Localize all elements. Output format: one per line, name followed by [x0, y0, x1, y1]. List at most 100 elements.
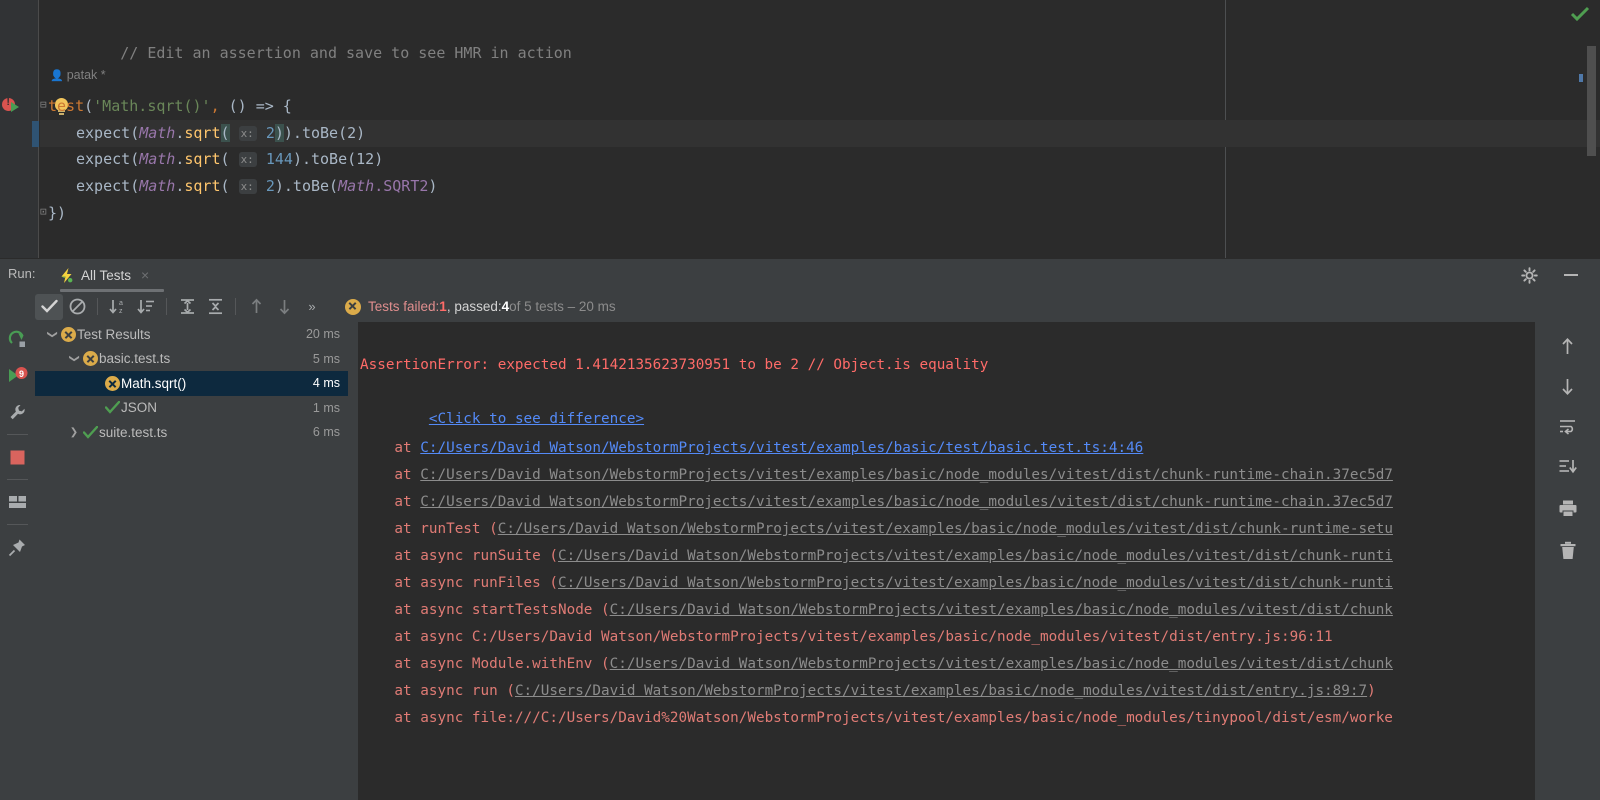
token-close-paren: ) — [428, 177, 438, 195]
previous-failed-button[interactable] — [242, 294, 270, 320]
test-tree-row[interactable]: ❯ suite.test.ts 6 ms — [35, 420, 348, 445]
status-passed-prefix: , passed: — [446, 299, 502, 314]
token-comma: , — [210, 97, 220, 115]
stack-trace-line[interactable]: at C:/Users/David Watson/WebstormProject… — [360, 435, 1143, 462]
test-failed-icon — [103, 375, 121, 391]
gutter-run-test-icons[interactable] — [2, 96, 36, 118]
stack-file-path-link[interactable]: C:/Users/David Watson/WebstormProjects/v… — [498, 521, 1393, 537]
code-line-3: expect(Math.sqrt( x: 144).toBe(12) — [76, 150, 384, 168]
tab-all-tests-label: All Tests — [81, 267, 132, 283]
test-status-summary: Tests failed: 1, passed: 4 of 5 tests – … — [345, 291, 616, 322]
stop-process-button[interactable] — [0, 439, 35, 475]
console-right-toolbar — [1535, 322, 1600, 800]
stack-function-name: async runFiles — [420, 575, 550, 591]
scroll-to-end-button[interactable] — [1535, 450, 1600, 482]
test-tree-row-label: suite.test.ts — [99, 424, 168, 440]
vitest-icon — [58, 267, 75, 284]
token-arrow-fn: () => { — [219, 97, 292, 115]
stack-file-path-link[interactable]: C:/Users/David Watson/WebstormProjects/v… — [610, 656, 1393, 672]
stack-file-path-link[interactable]: C:/Users/David Watson/WebstormProjects/v… — [420, 440, 1143, 456]
stack-at-keyword: at — [360, 575, 421, 591]
stack-trace-line[interactable]: at runTest (C:/Users/David Watson/Websto… — [360, 516, 1393, 543]
stack-trace-line[interactable]: at C:/Users/David Watson/WebstormProject… — [360, 489, 1393, 516]
token-test-name-string: 'Math.sqrt()' — [93, 97, 211, 115]
settings-wrench-button[interactable] — [0, 394, 35, 430]
soft-wrap-button[interactable] — [1535, 410, 1600, 442]
stack-trace-line[interactable]: at async runSuite (C:/Users/David Watson… — [360, 543, 1393, 570]
chevron-down-icon[interactable]: ❯ — [47, 327, 58, 341]
gear-icon[interactable] — [1521, 267, 1538, 284]
token-sqrt-method: sqrt — [184, 177, 221, 195]
tab-all-tests[interactable]: All Tests × — [58, 264, 149, 286]
editor-code-area[interactable]: // Edit an assertion and save to see HMR… — [40, 0, 1600, 258]
stack-trace-line[interactable]: at async file:///C:/Users/David%20Watson… — [360, 705, 1393, 732]
stack-at-keyword: at — [360, 710, 421, 726]
run-badge-count: 9 — [18, 369, 23, 379]
run-window-label: Run: — [8, 266, 36, 281]
stack-function-name: async run — [420, 683, 507, 699]
rerun-failed-tests-button[interactable] — [0, 322, 35, 358]
run-test-gutter-icon[interactable] — [11, 102, 19, 112]
chevron-down-icon[interactable]: ❯ — [69, 352, 80, 366]
test-tree-row-label: JSON — [121, 400, 158, 416]
toolbar-separator — [166, 298, 167, 315]
stack-file-path-link[interactable]: C:/Users/David Watson/WebstormProjects/v… — [420, 494, 1393, 510]
expand-all-button[interactable] — [173, 294, 201, 320]
stack-file-path-link[interactable]: C:/Users/David Watson/WebstormProjects/v… — [558, 575, 1393, 591]
stack-trace-line[interactable]: at async C:/Users/David Watson/WebstormP… — [360, 624, 1332, 651]
stack-file-path-link[interactable]: C:/Users/David Watson/WebstormProjects/v… — [558, 548, 1393, 564]
layout-settings-button[interactable] — [0, 484, 35, 520]
test-tree-row[interactable]: ❯ Test Results 20 ms — [35, 322, 348, 347]
toolbar-separator — [7, 479, 28, 480]
inspections-ok-check-icon[interactable] — [1570, 6, 1590, 22]
test-tree-row[interactable]: JSON 1 ms — [35, 396, 348, 421]
show-passed-button[interactable] — [35, 293, 63, 320]
svg-text:a: a — [119, 300, 123, 307]
stack-open-paren: ( — [601, 656, 610, 672]
stack-open-paren: ( — [506, 683, 515, 699]
token-expect: expect — [76, 150, 131, 168]
more-options-button[interactable]: » — [298, 294, 326, 320]
next-failed-button[interactable] — [270, 294, 298, 320]
token-math-class-2: Math — [338, 177, 375, 195]
editor-marker-stripe[interactable] — [1579, 74, 1583, 82]
test-output-console[interactable]: AssertionError: expected 1.4142135623730… — [358, 322, 1535, 800]
stack-trace-line[interactable]: at async Module.withEnv (C:/Users/David … — [360, 651, 1393, 678]
stack-trace-line[interactable]: at async run (C:/Users/David Watson/Webs… — [360, 678, 1375, 705]
stack-trace-line[interactable]: at C:/Users/David Watson/WebstormProject… — [360, 462, 1393, 489]
stack-open-paren: ( — [489, 521, 498, 537]
run-button[interactable]: 9 — [0, 358, 35, 394]
scroll-down-button[interactable] — [1535, 370, 1600, 402]
toolbar-separator — [7, 524, 28, 525]
test-results-tree[interactable]: ❯ Test Results 20 ms ❯ basic.test.ts 5 ms Math… — [35, 322, 348, 800]
editor-vertical-scrollbar[interactable] — [1587, 46, 1596, 156]
toolbar-separator — [7, 434, 28, 435]
click-to-see-difference-link[interactable]: <Click to see difference> — [429, 411, 644, 427]
collapse-all-button[interactable] — [201, 294, 229, 320]
clear-all-button[interactable] — [1535, 534, 1600, 566]
close-icon[interactable]: × — [141, 267, 149, 283]
stack-file-path-link[interactable]: C:/Users/David Watson/WebstormProjects/v… — [420, 467, 1393, 483]
minimize-icon[interactable] — [1564, 274, 1578, 276]
code-line-4: expect(Math.sqrt( x: 2).toBe(Math.SQRT2) — [76, 177, 438, 195]
print-button[interactable] — [1535, 492, 1600, 524]
stack-at-keyword: at — [360, 683, 421, 699]
more-options-label: » — [308, 299, 316, 314]
test-passed-icon — [81, 425, 99, 439]
sort-alphabetically-button[interactable]: a z — [104, 294, 132, 320]
stack-open-paren: ( — [549, 575, 558, 591]
stack-file-path-link[interactable]: C:/Users/David Watson/WebstormProjects/v… — [515, 683, 1367, 699]
token-expect: expect — [76, 177, 131, 195]
code-editor[interactable]: ⊟ ⊡ 👤patak * // Edit an assertion and sa… — [0, 0, 1600, 258]
stack-trace-line[interactable]: at async runFiles (C:/Users/David Watson… — [360, 570, 1393, 597]
chevron-right-icon[interactable]: ❯ — [67, 427, 81, 438]
stack-trace-line[interactable]: at async startTestsNode (C:/Users/David … — [360, 597, 1393, 624]
stack-file-path-link[interactable]: C:/Users/David Watson/WebstormProjects/v… — [610, 602, 1393, 618]
scroll-up-button[interactable] — [1535, 330, 1600, 362]
sort-by-duration-button[interactable] — [132, 294, 160, 320]
test-tree-row[interactable]: Math.sqrt() 4 ms — [35, 371, 348, 396]
pin-tab-button[interactable] — [0, 529, 35, 565]
hide-ignored-button[interactable] — [63, 294, 91, 320]
stack-function-name: async file:///C:/Users/David%20Watson/We… — [420, 710, 1393, 726]
test-tree-row[interactable]: ❯ basic.test.ts 5 ms — [35, 347, 348, 372]
